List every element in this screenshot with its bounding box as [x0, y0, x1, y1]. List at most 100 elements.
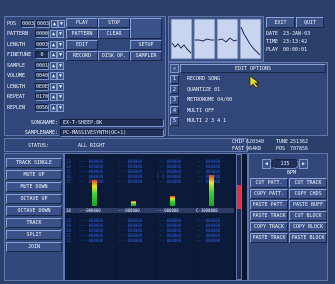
sample-down-arrow[interactable]: ▼: [57, 61, 64, 70]
edit-option-4-number[interactable]: 4: [170, 106, 179, 116]
pattern-up-arrow[interactable]: ▲: [50, 30, 57, 39]
pattern-scrollbar[interactable]: [236, 154, 242, 280]
quit-button[interactable]: QUIT: [296, 17, 324, 28]
split-button[interactable]: SPLIT: [6, 230, 62, 240]
copy-block-button[interactable]: COPY BLOCK: [289, 222, 327, 232]
track-3[interactable]: --- 000000 --- 000000 --- 000000 C-3 000…: [156, 154, 195, 280]
edit-options-list: 1 RECORD SONG 2 QUANTIZE 01 3 METRONOME …: [170, 74, 326, 127]
mute-up-button[interactable]: MUTE UP: [6, 170, 62, 180]
join-button[interactable]: JOIN: [6, 242, 62, 252]
edit-option-1: 1 RECORD SONG: [170, 74, 326, 85]
pos-label: POS: [7, 20, 17, 27]
setup-button[interactable]: SETUP: [130, 40, 162, 50]
fast-value: 964KB: [246, 145, 262, 152]
edit-button[interactable]: EDIT: [66, 40, 98, 50]
sample-up-arrow[interactable]: ▲: [50, 61, 57, 70]
stop-button[interactable]: STOP: [98, 18, 130, 28]
cut-block-button[interactable]: CUT BLOCK: [289, 211, 327, 221]
track-line: --- 000000: [196, 238, 221, 243]
cut-track-button[interactable]: CUT TRACK: [289, 178, 327, 188]
chip-value: 620340: [246, 138, 265, 145]
pattern-value: 0000: [35, 30, 49, 39]
track-1[interactable]: --- 000000 --- 000000 --- 000000 --- 000…: [78, 154, 117, 280]
sample-name-field[interactable]: PC-MASSIVESYNTH(OC+1): [60, 128, 164, 137]
edit-option-3: 3 METRONOME 04/00: [170, 95, 326, 106]
octave-up-button[interactable]: OCTAVE UP: [6, 194, 62, 204]
octave-down-button[interactable]: OCTAVE DOWN: [6, 206, 62, 216]
edit-options-back-arrow[interactable]: «: [170, 64, 179, 73]
fast-label: FAST: [232, 145, 245, 152]
disk-op-button[interactable]: DISK OP.: [98, 51, 130, 61]
pattern-down-arrow[interactable]: ▼: [57, 30, 64, 39]
play-button[interactable]: PLAY: [66, 18, 98, 28]
down-arrow-icon: ▼: [59, 20, 63, 27]
replen-up-arrow[interactable]: ▲: [50, 103, 57, 112]
sample-row: SAMPLE 0001 ▲ ▼: [7, 61, 65, 72]
finetune-label: FINETUNE: [7, 52, 32, 59]
volume-label: VOLUME: [7, 73, 26, 80]
length-down-arrow[interactable]: ▼: [57, 40, 64, 49]
repeat-down-arrow[interactable]: ▼: [57, 93, 64, 102]
finetune-up-arrow[interactable]: ▲: [50, 51, 57, 60]
edit-options-title: EDIT OPTIONS: [180, 64, 326, 73]
finetune-value: 0: [35, 51, 49, 60]
sample-name-row: SAMPLENAME: PC-MASSIVESYNTH(OC+1): [6, 128, 164, 137]
sample-value: 0001: [35, 61, 49, 70]
paste-block-button[interactable]: PASTE BLOCK: [289, 233, 327, 243]
length-up-arrow[interactable]: ▲: [50, 40, 57, 49]
paste-track-2-button[interactable]: PASTE TRACK: [250, 233, 288, 243]
track-4[interactable]: --- 000000 --- 000000 --- 000000 --- 000…: [195, 154, 234, 280]
exit-button[interactable]: EXIT: [266, 17, 295, 28]
track-line: --- 000000: [79, 179, 103, 184]
copy-track-button[interactable]: COPY TRACK: [250, 222, 288, 232]
track-line: --- 000000: [118, 238, 143, 243]
bpm-value: 135: [271, 159, 299, 169]
current-row-number: 18: [65, 208, 78, 213]
bpm-down-arrow[interactable]: ◀: [262, 159, 271, 169]
paste-patt-button[interactable]: PASTE PATT.: [250, 200, 288, 210]
up-arrow-icon: ▲: [52, 20, 56, 27]
edit-option-2-number[interactable]: 2: [170, 85, 179, 95]
sample-length-down-arrow[interactable]: ▼: [57, 82, 64, 91]
sample-label: SAMPLE: [7, 62, 26, 69]
pos-up-arrow[interactable]: ▲: [51, 19, 58, 28]
length-row: LENGTH 0003 ▲ ▼: [7, 40, 65, 51]
repeat-label: REPEAT: [7, 94, 26, 101]
copy-chds-button[interactable]: COPY CHDS: [289, 189, 327, 199]
status-text: ALL RIGHT: [78, 143, 106, 149]
replen-down-arrow[interactable]: ▼: [57, 103, 64, 112]
record-button[interactable]: RECORD: [66, 51, 98, 61]
track-line: --- 000000: [196, 179, 220, 184]
track-2[interactable]: --- 000000 --- 000000 --- 000000 --- 000…: [117, 154, 156, 280]
sampler-button[interactable]: SAMPLER: [130, 51, 162, 61]
sample-length-row: LENGTH 0E0E ▲ ▼: [7, 82, 65, 93]
volume-up-arrow[interactable]: ▲: [50, 72, 57, 81]
edit-option-5-number[interactable]: 5: [170, 116, 179, 126]
pattern-scrollbar-thumb[interactable]: [237, 185, 241, 209]
edit-option-3-number[interactable]: 3: [170, 95, 179, 105]
clear-button[interactable]: CLEAR: [98, 29, 130, 39]
paste-track-button[interactable]: PASTE TRACK: [250, 211, 288, 221]
edit-option-1-number[interactable]: 1: [170, 74, 179, 84]
song-name-field[interactable]: EX-T-SHEEP.8K: [60, 118, 164, 127]
track-4-current-line: C-3000000: [195, 208, 234, 213]
pos-down-arrow[interactable]: ▼: [58, 19, 65, 28]
bpm-up-arrow[interactable]: ▶: [299, 159, 308, 169]
volume-down-arrow[interactable]: ▼: [57, 72, 64, 81]
paste-buff-button[interactable]: PASTE BUFF: [289, 200, 327, 210]
length-label: LENGTH: [7, 41, 26, 48]
track-button[interactable]: TRACK: [6, 218, 62, 228]
track-single-button[interactable]: TRACK SINGLE: [6, 158, 62, 168]
repeat-up-arrow[interactable]: ▲: [50, 93, 57, 102]
sample-length-up-arrow[interactable]: ▲: [50, 82, 57, 91]
scopes-panel: [168, 16, 264, 62]
tune-value: 251362: [290, 138, 309, 145]
bpm-label: BPM: [287, 170, 297, 176]
finetune-down-arrow[interactable]: ▼: [57, 51, 64, 60]
copy-patt-button[interactable]: COPY PATT.: [250, 189, 288, 199]
finetune-row: FINETUNE 0 ▲ ▼: [7, 50, 65, 61]
mute-down-button[interactable]: MUTE DOWN: [6, 182, 62, 192]
cut-patt-button[interactable]: CUT PATT.: [250, 178, 288, 188]
song-area-blank-button[interactable]: [130, 18, 162, 39]
pattern-button[interactable]: PATTERN: [66, 29, 98, 39]
